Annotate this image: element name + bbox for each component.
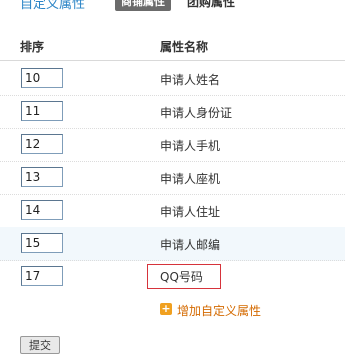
column-header-name: 属性名称 [160, 40, 209, 54]
tab-group-buy-attributes[interactable]: 团购属性 [187, 0, 235, 10]
table-row: 申请人身份证 [0, 95, 345, 129]
section-title: 自定义属性 [20, 0, 86, 12]
table-row: 申请人座机 [0, 161, 345, 195]
table-row: QQ号码 [0, 260, 345, 293]
attribute-name: 申请人姓名 [160, 73, 221, 87]
attribute-name: 申请人邮编 [160, 238, 221, 252]
attribute-name: 申请人身份证 [160, 106, 233, 120]
sort-order-input[interactable] [21, 200, 63, 220]
submit-button[interactable]: 提交 [20, 336, 60, 354]
column-header-sort: 排序 [20, 40, 45, 54]
sort-order-input[interactable] [21, 68, 63, 88]
tab-shop-attributes[interactable]: 商铺属性 [115, 0, 171, 11]
attribute-name: 申请人住址 [160, 205, 221, 219]
add-custom-attribute-label: 增加自定义属性 [177, 304, 262, 318]
table-row: 申请人手机 [0, 128, 345, 162]
attribute-name-field[interactable]: QQ号码 [147, 264, 221, 289]
attribute-name: 申请人座机 [160, 172, 221, 186]
table-row: 申请人邮编 [0, 227, 345, 261]
sort-order-input[interactable] [21, 167, 63, 187]
table-header: 排序 属性名称 [0, 32, 345, 61]
attribute-name: 申请人手机 [160, 139, 221, 153]
sort-order-input[interactable] [21, 266, 63, 286]
sort-order-input[interactable] [21, 134, 63, 154]
plus-icon: + [160, 302, 172, 315]
sort-order-input[interactable] [21, 101, 63, 121]
tab-bar: 自定义属性 商铺属性 团购属性 [0, 0, 345, 12]
sort-order-input[interactable] [21, 233, 63, 253]
table-row: 申请人住址 [0, 194, 345, 228]
table-row: 申请人姓名 [0, 62, 345, 96]
